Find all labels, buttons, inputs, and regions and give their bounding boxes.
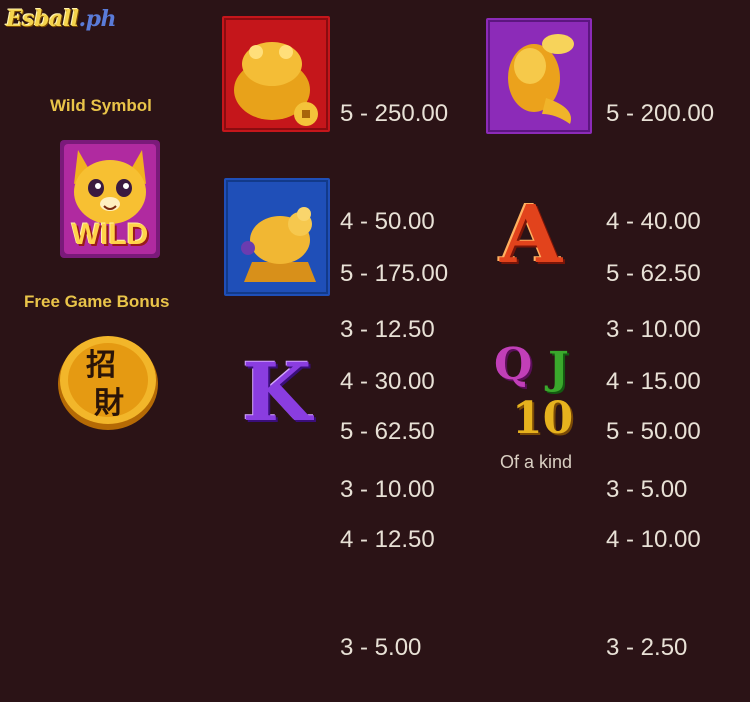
of-a-kind-caption: Of a kind [500, 452, 573, 472]
golden-toad-icon [222, 16, 330, 132]
letter-q-icon: Q [494, 339, 533, 390]
qj10-pay-4: 4 - 10.00 [606, 526, 701, 553]
rat-pay-5: 5 - 175.00 [340, 260, 449, 287]
toad-pay-5: 5 - 250.00 [340, 100, 449, 127]
gold-coin-icon: 招 財 [56, 332, 160, 432]
golden-rat-icon [224, 178, 330, 296]
letter-a-pay-5: 5 - 62.50 [606, 260, 701, 287]
wild-symbol-label: Wild Symbol [50, 96, 152, 115]
letter-k-pay-4: 4 - 12.50 [340, 526, 435, 553]
free-game-bonus-label: Free Game Bonus [24, 292, 170, 311]
letter-j-icon: J [548, 343, 569, 394]
koi-pay-5: 5 - 200.00 [606, 100, 715, 127]
number-ten-icon: 10 [512, 393, 574, 444]
letter-k-paytable: 5 - 62.50 4 - 12.50 3 - 5.00 [340, 342, 435, 702]
letter-a-icon: A [500, 187, 563, 281]
qj10-pay-5: 5 - 50.00 [606, 418, 701, 445]
brand-logo: Esball.ph [6, 6, 117, 32]
letter-k-pay-5: 5 - 62.50 [340, 418, 435, 445]
golden-koi-icon [486, 18, 592, 134]
coin-glyph-bottom: 財 [94, 387, 124, 420]
logo-suffix: .ph [78, 6, 117, 32]
wild-badge-text: WILD [71, 218, 149, 251]
wild-cat-icon: WILD [60, 140, 160, 258]
qj10-pay-3: 3 - 2.50 [606, 634, 688, 661]
qj10-paytable: 5 - 50.00 4 - 10.00 3 - 2.50 [606, 342, 701, 702]
logo-text: Esball [6, 6, 79, 32]
letter-k-pay-3: 3 - 5.00 [340, 634, 422, 661]
letter-k-icon: K [242, 345, 312, 439]
